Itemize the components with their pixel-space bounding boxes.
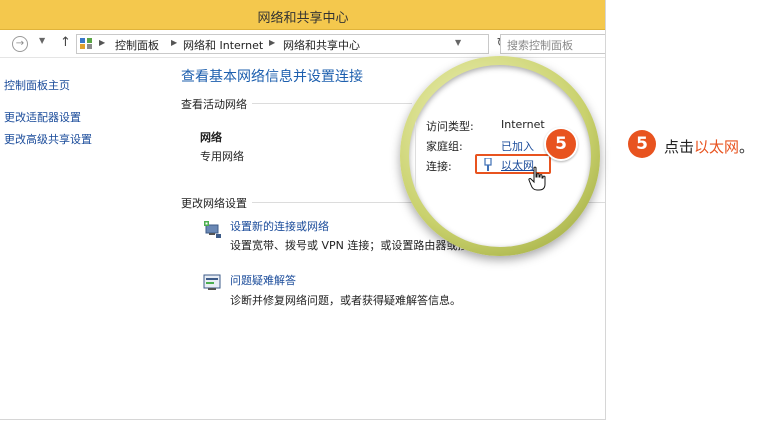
hand-cursor-icon [528,166,546,191]
breadcrumb-separator-icon[interactable]: ▶ [99,38,105,47]
change-settings-label: 更改网络设置 [181,197,247,210]
access-type-label: 访问类型: [426,120,474,133]
left-pane-advanced-sharing-link[interactable]: 更改高级共享设置 [4,131,92,147]
instruction-highlight: 以太网 [694,138,740,156]
recent-locations-chevron-icon[interactable]: ▼ [39,36,45,45]
page-title: 查看基本网络信息并设置连接 [181,69,363,85]
navigation-bar: → ▼ ↑ ▶ 控制面板 ▶ 网络和 Internet ▶ 网络和共享中心 ▼ … [0,30,605,58]
access-type-value: Internet [501,118,545,131]
troubleshoot-icon [203,274,221,290]
homegroup-link[interactable]: 已加入 [501,138,534,154]
step-number-badge: 5 [628,130,656,158]
section-divider [252,103,412,104]
breadcrumb-separator-icon[interactable]: ▶ [171,38,177,47]
new-connection-icon [204,221,221,238]
left-pane-home-link[interactable]: 控制面板主页 [4,77,70,93]
left-pane-adapter-settings-link[interactable]: 更改适配器设置 [4,109,81,125]
up-arrow-icon[interactable]: ↑ [60,35,71,50]
network-name: 网络 [200,131,222,144]
network-type: 专用网络 [200,150,244,163]
control-panel-icon [80,38,92,49]
ethernet-icon [484,158,492,171]
connection-label: 连接: [426,160,452,173]
window-title: 网络和共享中心 [257,11,349,26]
breadcrumb-separator-icon[interactable]: ▶ [269,38,275,47]
search-input[interactable]: 搜索控制面板 [500,34,605,54]
magnifier-divider [415,105,416,215]
step-instruction: 点击以太网。 [664,136,754,157]
breadcrumb-network-internet[interactable]: 网络和 Internet [183,37,263,53]
troubleshoot-link[interactable]: 问题疑难解答 [230,272,296,288]
breadcrumb-control-panel[interactable]: 控制面板 [115,37,159,53]
address-dropdown-chevron-icon[interactable]: ▼ [455,38,461,47]
address-bar[interactable]: ▶ 控制面板 ▶ 网络和 Internet ▶ 网络和共享中心 ▼ [76,34,489,54]
instruction-prefix: 点击 [664,138,695,156]
troubleshoot-desc: 诊断并修复网络问题，或者获得疑难解答信息。 [230,294,461,307]
instruction-suffix: 。 [739,138,755,156]
homegroup-label: 家庭组: [426,140,463,153]
setup-new-connection-link[interactable]: 设置新的连接或网络 [230,218,329,234]
title-bar[interactable]: 网络和共享中心 [0,0,605,30]
back-arrow-icon[interactable]: → [12,36,28,52]
active-networks-label: 查看活动网络 [181,98,247,111]
breadcrumb-network-sharing-center[interactable]: 网络和共享中心 [283,37,360,53]
step-badge: 5 [544,127,578,161]
